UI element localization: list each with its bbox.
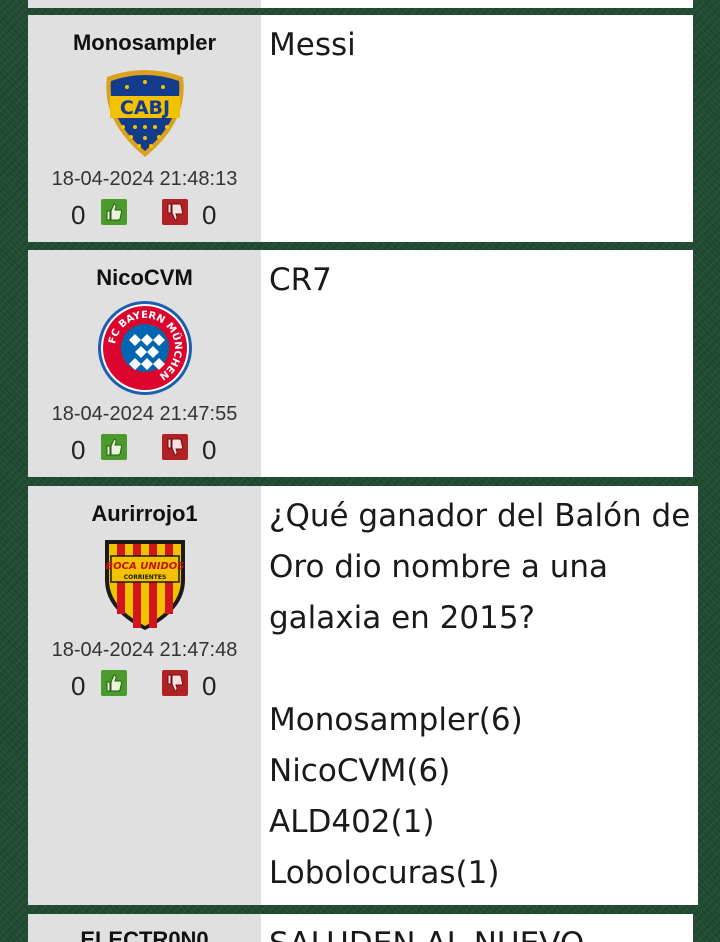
post-user-column: NicoCVM FC BAYERN MÜNCHEN 18-04-2024 21:… [28, 250, 261, 477]
post-username[interactable]: Aurirrojo1 [28, 502, 261, 526]
post-username[interactable]: ELECTR0N0 [28, 928, 261, 942]
post-votes: 0 0 [28, 199, 261, 231]
boca-juniors-crest-icon: CABJ [105, 70, 184, 157]
badge-text: CABJ [119, 97, 169, 119]
badge-text: BOCA UNIDOS [105, 561, 184, 572]
forum-post: Aurirrojo1 BOCA UNIDOS CORRIENTES 18-04-… [28, 486, 699, 905]
forum-post: ELECTR0N0 SALUDEN AL NUEVO [28, 914, 693, 942]
forum-post: NicoCVM FC BAYERN MÜNCHEN 18-04-2024 21:… [28, 250, 693, 477]
badge-subtext: CORRIENTES [123, 574, 166, 581]
post-message: CR7 [261, 250, 693, 477]
post-timestamp: 18-04-2024 21:48:13 [51, 168, 238, 190]
thumbs-down-icon[interactable] [162, 199, 188, 225]
post-votes: 0 0 [28, 434, 261, 466]
post-message: SALUDEN AL NUEVO [261, 914, 693, 942]
post-message: Messi [261, 15, 693, 242]
post-message: ¿Qué ganador del Balón de Oro dio nombre… [261, 486, 699, 905]
post-user-column: Monosampler CABJ 18-04-2024 21:48:13 0 0 [28, 15, 261, 242]
dislike-count: 0 [202, 200, 217, 230]
post-user-column: Aurirrojo1 BOCA UNIDOS CORRIENTES 18-04-… [28, 486, 261, 905]
post-username[interactable]: NicoCVM [28, 266, 261, 290]
boca-unidos-crest-icon: BOCA UNIDOS CORRIENTES [104, 540, 185, 630]
message-line: galaxia en 2015? [269, 600, 536, 636]
thumbs-up-icon[interactable] [101, 199, 127, 225]
message-line: Monosampler(6) [269, 702, 523, 738]
message-line: CR7 [269, 262, 332, 298]
post-user-column: ELECTR0N0 [28, 914, 261, 942]
message-line: Messi [269, 27, 356, 63]
post-timestamp: 18-04-2024 21:47:55 [51, 403, 238, 425]
thumbs-up-icon[interactable] [101, 434, 127, 460]
like-count: 0 [71, 200, 86, 230]
thumbs-down-icon[interactable] [162, 434, 188, 460]
post-message-column [261, 0, 693, 8]
message-line: ¿Qué ganador del Balón de [269, 498, 691, 534]
post-votes: 0 0 [28, 670, 261, 702]
like-count: 0 [71, 435, 86, 465]
message-line: NicoCVM(6) [269, 753, 451, 789]
post-user-column [28, 0, 261, 8]
post-timestamp: 18-04-2024 21:47:48 [51, 639, 238, 661]
message-line: SALUDEN AL NUEVO [269, 919, 685, 942]
message-line: Oro dio nombre a una [269, 549, 609, 585]
dislike-count: 0 [202, 671, 217, 701]
thumbs-down-icon[interactable] [162, 670, 188, 696]
message-line: ALD402(1) [269, 804, 435, 840]
thumbs-up-icon[interactable] [101, 670, 127, 696]
forum-post-partial-top [28, 0, 693, 8]
message-line: Lobolocuras(1) [269, 855, 500, 891]
bayern-munchen-crest-icon: FC BAYERN MÜNCHEN [97, 301, 192, 395]
forum-post: Monosampler CABJ 18-04-2024 21:48:13 0 0 [28, 15, 693, 242]
like-count: 0 [71, 671, 86, 701]
post-username[interactable]: Monosampler [28, 31, 261, 55]
dislike-count: 0 [202, 435, 217, 465]
